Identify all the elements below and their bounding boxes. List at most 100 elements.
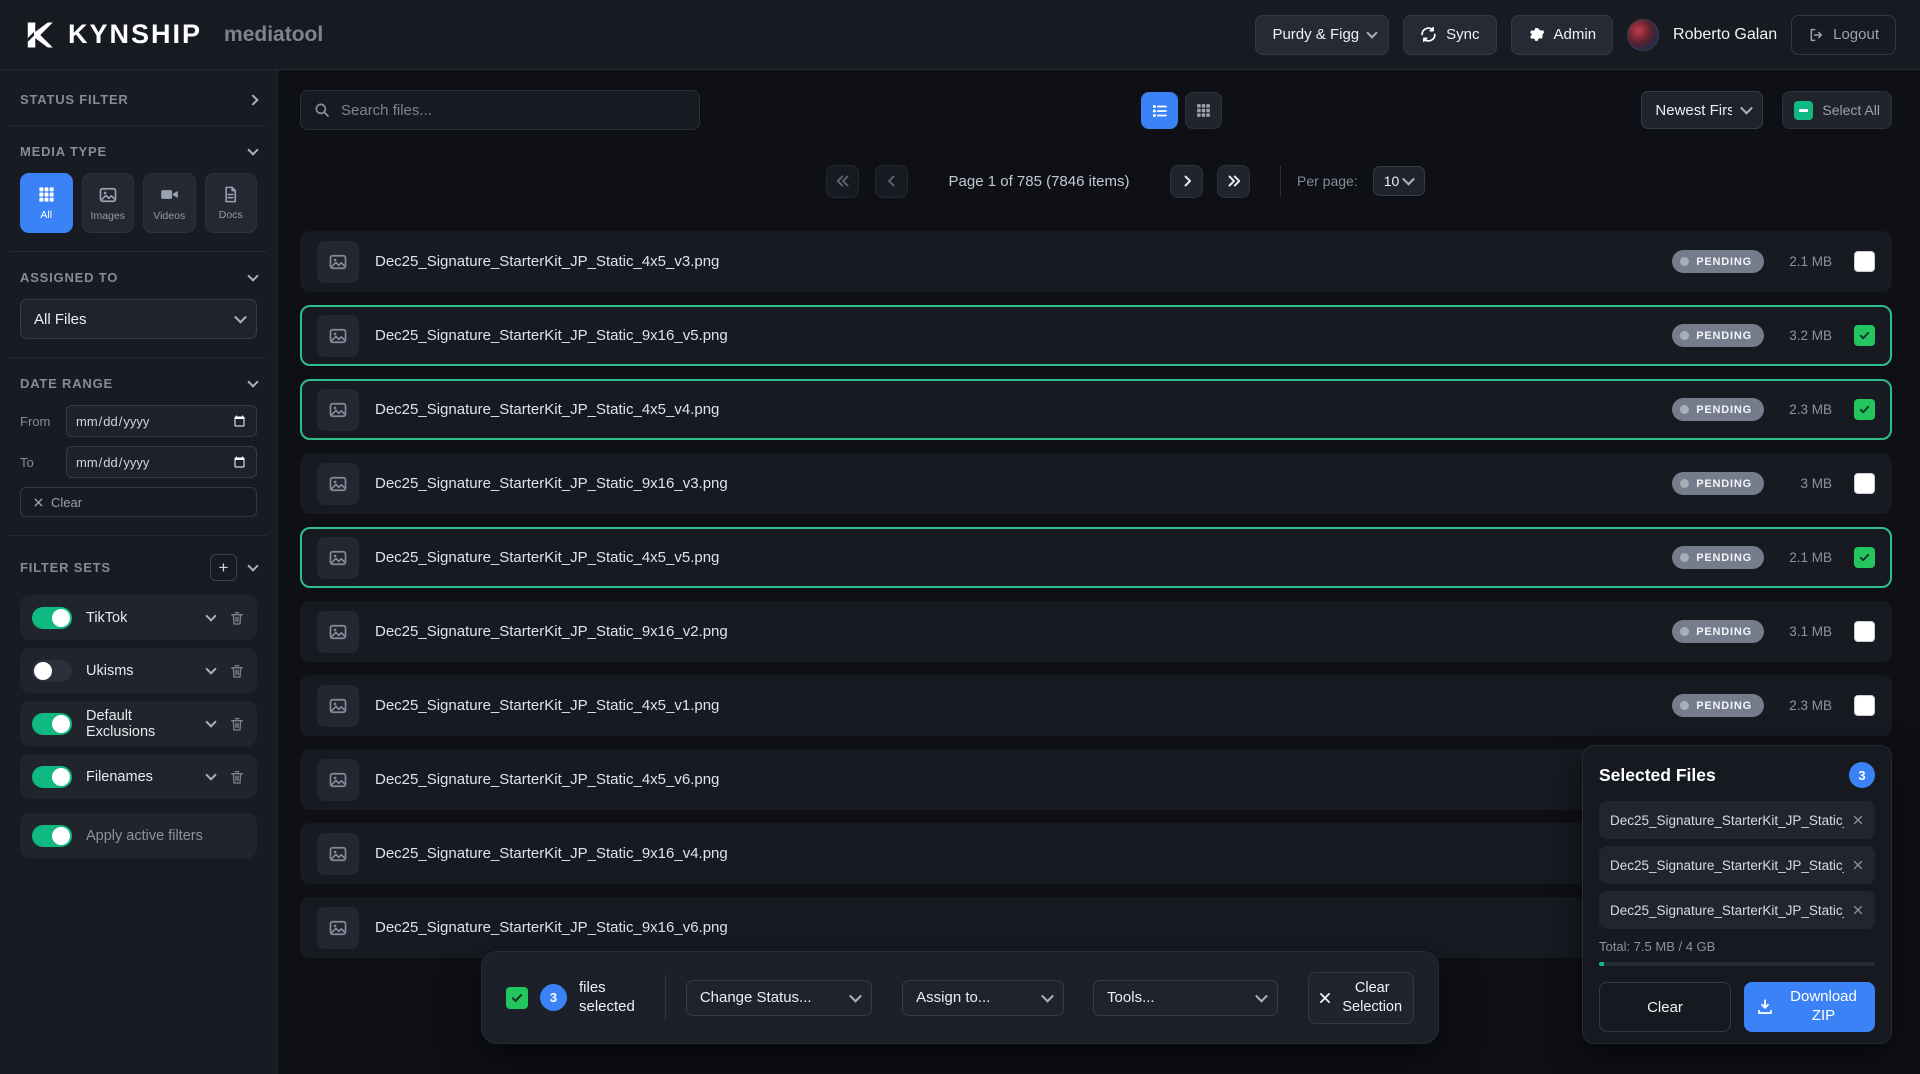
add-filter-set-button[interactable]: + <box>210 554 237 581</box>
status-text: PENDING <box>1696 626 1752 638</box>
file-checkbox[interactable] <box>1854 251 1875 272</box>
media-type-label: Images <box>91 210 125 222</box>
clear-dates-button[interactable]: Clear <box>20 487 257 517</box>
file-row[interactable]: Dec25_Signature_StarterKit_JP_Static_4x5… <box>300 675 1892 736</box>
date-from-input[interactable] <box>66 405 257 437</box>
file-row[interactable]: Dec25_Signature_StarterKit_JP_Static_4x5… <box>300 379 1892 440</box>
brand-name: KYNSHIP <box>68 19 202 50</box>
filter-sets-section: FILTER SETS + TikTokUkismsDefault Exclus… <box>0 554 277 858</box>
view-toggles <box>1141 92 1222 129</box>
trash-icon[interactable] <box>229 716 245 732</box>
divider <box>10 125 267 126</box>
chevron-left-icon <box>883 172 901 190</box>
file-name: Dec25_Signature_StarterKit_JP_Static_9x1… <box>375 623 1656 640</box>
assigned-to-select[interactable]: All Files <box>20 299 257 339</box>
date-range-title: DATE RANGE <box>20 376 113 391</box>
remove-file-icon[interactable] <box>1852 859 1864 871</box>
per-page-select[interactable]: 10 <box>1373 166 1425 196</box>
file-name: Dec25_Signature_StarterKit_JP_Static_9x1… <box>375 475 1656 492</box>
status-badge: PENDING <box>1672 250 1764 273</box>
remove-file-icon[interactable] <box>1852 814 1864 826</box>
filter-set-label: TikTok <box>86 610 193 626</box>
file-row[interactable]: Dec25_Signature_StarterKit_JP_Static_4x5… <box>300 231 1892 292</box>
chevron-down-icon[interactable] <box>247 560 258 571</box>
media-type-all-button[interactable]: All <box>20 173 73 233</box>
sort-select[interactable]: Newest First <box>1641 91 1763 129</box>
download-icon <box>1756 998 1774 1016</box>
remove-file-icon[interactable] <box>1852 904 1864 916</box>
date-to-input[interactable] <box>66 446 257 478</box>
per-page-label: Per page: <box>1297 173 1358 189</box>
sync-button[interactable]: Sync <box>1403 15 1496 55</box>
chevron-down-icon[interactable] <box>207 775 215 779</box>
filter-set-toggle[interactable] <box>32 607 72 629</box>
status-text: PENDING <box>1696 404 1752 416</box>
media-type-videos-button[interactable]: Videos <box>143 173 196 233</box>
file-row[interactable]: Dec25_Signature_StarterKit_JP_Static_9x1… <box>300 453 1892 514</box>
panel-clear-button[interactable]: Clear <box>1599 982 1731 1032</box>
chevron-down-icon[interactable] <box>207 616 215 620</box>
doc-icon <box>221 185 240 204</box>
file-checkbox[interactable] <box>1854 399 1875 420</box>
file-checkbox[interactable] <box>1854 547 1875 568</box>
list-view-icon <box>1151 102 1169 120</box>
assigned-to-section: ASSIGNED TO All Files <box>0 270 277 339</box>
filter-set-card: Ukisms <box>20 648 257 693</box>
media-type-label: Videos <box>153 210 185 222</box>
filter-set-toggle[interactable] <box>32 766 72 788</box>
file-size: 3.1 MB <box>1780 624 1832 639</box>
select-all-button[interactable]: Select All <box>1782 91 1892 129</box>
toggle-knob <box>52 768 70 786</box>
last-page-button[interactable] <box>1217 165 1250 198</box>
trash-icon[interactable] <box>229 610 245 626</box>
file-row[interactable]: Dec25_Signature_StarterKit_JP_Static_4x5… <box>300 527 1892 588</box>
user-avatar[interactable] <box>1627 19 1659 51</box>
chevron-down-icon[interactable] <box>207 669 215 673</box>
filter-set-toggle[interactable] <box>32 660 72 682</box>
chevron-right-icon[interactable] <box>247 94 258 105</box>
download-zip-button[interactable]: Download ZIP <box>1744 982 1875 1032</box>
previous-page-button[interactable] <box>875 165 908 198</box>
file-size: 3 MB <box>1780 476 1832 491</box>
chevron-down-icon[interactable] <box>207 722 215 726</box>
trash-icon[interactable] <box>229 663 245 679</box>
change-status-select[interactable]: Change Status... <box>686 980 872 1016</box>
media-type-images-button[interactable]: Images <box>82 173 135 233</box>
assigned-to-select-wrap: All Files <box>20 299 257 339</box>
apply-filters-toggle[interactable] <box>32 825 72 847</box>
gear-icon <box>1528 26 1545 43</box>
file-row[interactable]: Dec25_Signature_StarterKit_JP_Static_9x1… <box>300 601 1892 662</box>
chevron-down-icon[interactable] <box>247 270 258 281</box>
next-page-button[interactable] <box>1170 165 1203 198</box>
filter-set-toggle[interactable] <box>32 713 72 735</box>
sync-icon <box>1420 26 1437 43</box>
file-name: Dec25_Signature_StarterKit_JP_Static_4x5… <box>375 401 1656 418</box>
clear-selection-button[interactable]: Clear Selection <box>1308 972 1414 1024</box>
chevron-down-icon[interactable] <box>247 144 258 155</box>
media-type-docs-button[interactable]: Docs <box>205 173 258 233</box>
assign-to-select[interactable]: Assign to... <box>902 980 1064 1016</box>
list-view-button[interactable] <box>1141 92 1178 129</box>
file-row[interactable]: Dec25_Signature_StarterKit_JP_Static_9x1… <box>300 305 1892 366</box>
bulk-select-checkbox[interactable] <box>506 987 528 1009</box>
file-checkbox[interactable] <box>1854 473 1875 494</box>
logout-button[interactable]: Logout <box>1791 15 1896 55</box>
file-checkbox[interactable] <box>1854 695 1875 716</box>
admin-button[interactable]: Admin <box>1511 15 1614 55</box>
first-page-button[interactable] <box>826 165 859 198</box>
file-thumbnail <box>317 315 359 357</box>
file-name: Dec25_Signature_StarterKit_JP_Static_4x5… <box>375 697 1656 714</box>
trash-icon[interactable] <box>229 769 245 785</box>
top-bar: KYNSHIP mediatool Purdy & Figg Sync <box>0 0 1920 70</box>
status-dot-icon <box>1680 405 1689 414</box>
tools-select[interactable]: Tools... <box>1093 980 1278 1016</box>
bulk-count-badge: 3 <box>540 984 567 1011</box>
grid-view-button[interactable] <box>1185 92 1222 129</box>
chevron-down-icon[interactable] <box>247 376 258 387</box>
search-input[interactable] <box>300 90 700 130</box>
organization-selector[interactable]: Purdy & Figg <box>1255 15 1389 55</box>
file-checkbox[interactable] <box>1854 621 1875 642</box>
file-checkbox[interactable] <box>1854 325 1875 346</box>
file-thumbnail <box>317 389 359 431</box>
selected-file-chip-label: Dec25_Signature_StarterKit_JP_Static_4..… <box>1610 858 1844 873</box>
